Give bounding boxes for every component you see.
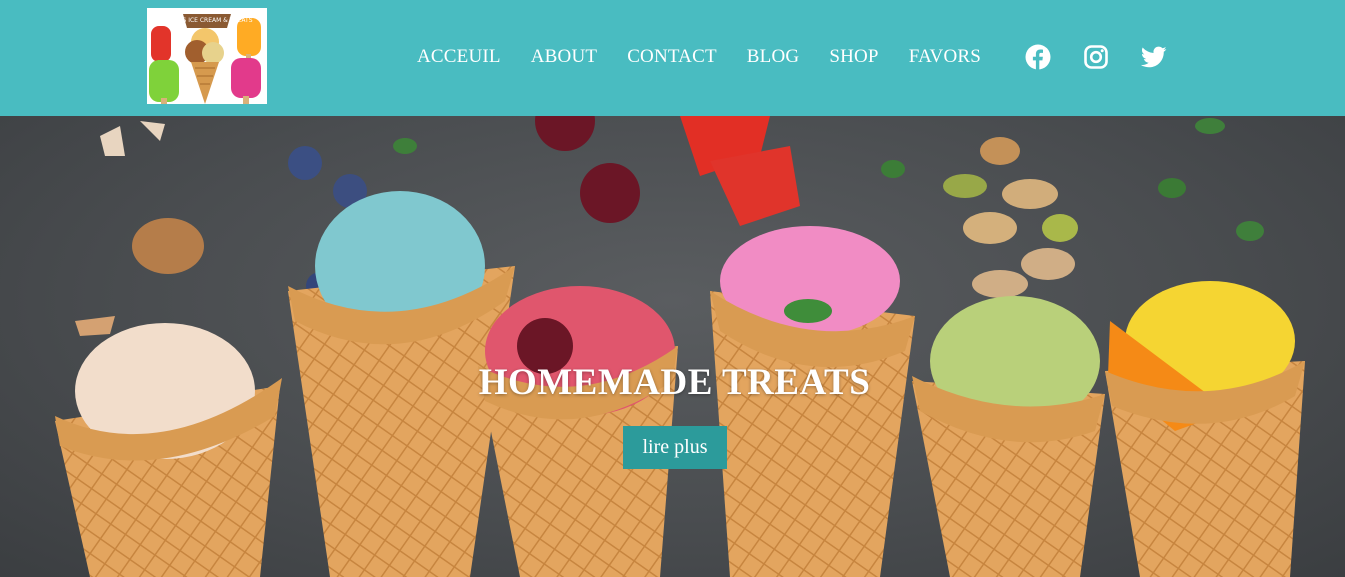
site-logo[interactable]: SWEETS ICE CREAM & TREATS — [147, 8, 267, 104]
twitter-link[interactable] — [1140, 44, 1167, 70]
facebook-icon — [1025, 44, 1051, 70]
main-navigation: ACCEUIL ABOUT CONTACT BLOG SHOP FAVORS — [417, 44, 1011, 70]
nav-item-favors[interactable]: FAVORS — [909, 44, 981, 70]
logo-text: SWEETS ICE CREAM & TREATS — [161, 17, 252, 24]
instagram-link[interactable] — [1083, 44, 1109, 70]
ice-cream-cones-photo — [55, 116, 1305, 577]
facebook-link[interactable] — [1025, 44, 1051, 70]
nav-item-blog[interactable]: BLOG — [747, 44, 800, 70]
nav-item-contact[interactable]: CONTACT — [627, 44, 717, 70]
twitter-icon — [1140, 46, 1167, 68]
nav-item-shop[interactable]: SHOP — [829, 44, 878, 70]
hero-banner: HOMEMADE TREATS lire plus — [0, 116, 1345, 577]
nav-item-about[interactable]: ABOUT — [531, 44, 597, 70]
nav-item-acceuil[interactable]: ACCEUIL — [417, 44, 501, 70]
hero-title: HOMEMADE TREATS — [478, 362, 871, 403]
instagram-icon — [1084, 45, 1108, 69]
read-more-button[interactable]: lire plus — [623, 426, 727, 469]
social-links — [1025, 43, 1167, 71]
site-header: SWEETS ICE CREAM & TREATS ACCEUIL ABOUT … — [0, 0, 1345, 116]
logo-ice-cream-illustration: SWEETS ICE CREAM & TREATS — [147, 8, 267, 104]
